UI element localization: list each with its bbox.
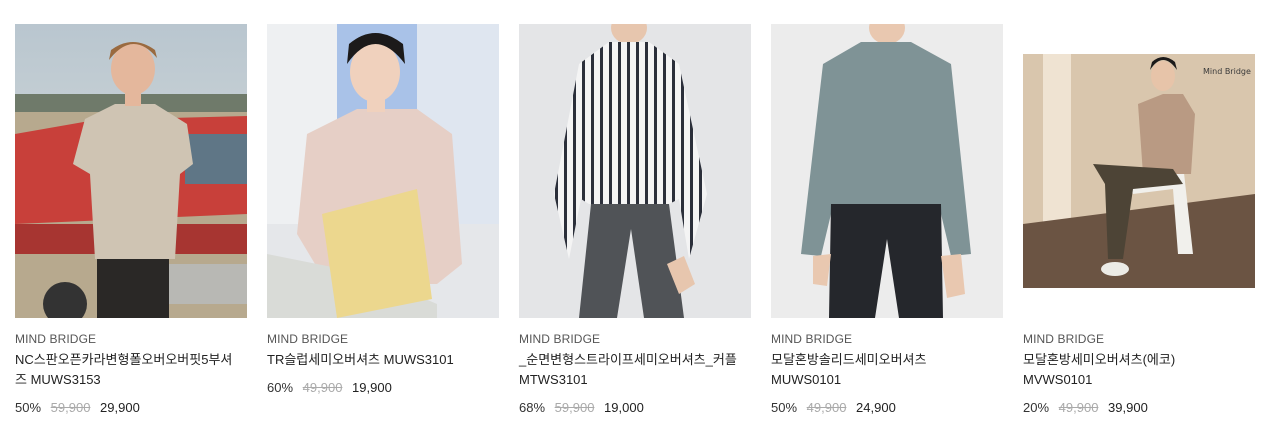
discount-rate: 50% [15, 400, 42, 415]
original-price: 59,900 [50, 400, 91, 415]
price-row: 20% 49,900 39,900 [1023, 400, 1148, 415]
price-row: 60% 49,900 19,900 [267, 380, 392, 395]
man-polo-shirt-red-truck-photo [15, 24, 247, 318]
product-card[interactable]: MIND BRIDGE TR슬럽세미오버셔츠 MUWS3101 60% 49,9… [267, 24, 499, 424]
sale-price: 19,000 [604, 400, 644, 415]
product-image[interactable] [267, 24, 499, 318]
original-price: 49,900 [806, 400, 847, 415]
man-blue-gray-shirt-photo [771, 24, 1003, 318]
price-row: 68% 59,900 19,000 [519, 400, 644, 415]
product-card[interactable]: Mind Bridge MIND BRIDGE 모달혼방세미오버셔츠(에코) M… [1023, 24, 1255, 424]
product-card[interactable]: MIND BRIDGE NC스판오픈카라변형폴오버오버핏5부셔즈 MUWS315… [15, 24, 247, 424]
product-name[interactable]: 모달혼방솔리드세미오버셔츠 MUWS0101 [771, 350, 991, 390]
product-image[interactable] [771, 24, 1003, 318]
man-pink-shirt-holding-folder-photo [267, 24, 499, 318]
image-watermark: Mind Bridge [1203, 67, 1251, 76]
product-card[interactable]: MIND BRIDGE _순면변형스트라이프세미오버셔츠_커플 MTWS3101… [519, 24, 751, 424]
discount-rate: 68% [519, 400, 546, 415]
product-grid: MIND BRIDGE NC스판오픈카라변형폴오버오버핏5부셔즈 MUWS315… [15, 24, 1255, 424]
discount-rate: 60% [267, 380, 294, 395]
price-row: 50% 49,900 24,900 [771, 400, 896, 415]
product-image[interactable] [15, 24, 247, 318]
man-striped-shirt-photo [519, 24, 751, 318]
sale-price: 29,900 [100, 400, 140, 415]
product-brand: MIND BRIDGE [519, 332, 601, 346]
product-brand: MIND BRIDGE [267, 332, 349, 346]
sale-price: 19,900 [352, 380, 392, 395]
sale-price: 39,900 [1108, 400, 1148, 415]
original-price: 59,900 [554, 400, 595, 415]
product-brand: MIND BRIDGE [771, 332, 853, 346]
man-beige-shirt-seated-photo: Mind Bridge [1023, 24, 1255, 318]
product-name[interactable]: TR슬럽세미오버셔츠 MUWS3101 [267, 350, 487, 370]
discount-rate: 50% [771, 400, 798, 415]
product-image[interactable]: Mind Bridge [1023, 24, 1255, 318]
product-brand: MIND BRIDGE [15, 332, 97, 346]
original-price: 49,900 [1058, 400, 1099, 415]
price-row: 50% 59,900 29,900 [15, 400, 140, 415]
product-name[interactable]: 모달혼방세미오버셔츠(에코) MVWS0101 [1023, 350, 1243, 390]
original-price: 49,900 [302, 380, 343, 395]
product-image[interactable] [519, 24, 751, 318]
product-brand: MIND BRIDGE [1023, 332, 1105, 346]
product-name[interactable]: NC스판오픈카라변형폴오버오버핏5부셔즈 MUWS3153 [15, 350, 235, 390]
sale-price: 24,900 [856, 400, 896, 415]
product-card[interactable]: MIND BRIDGE 모달혼방솔리드세미오버셔츠 MUWS0101 50% 4… [771, 24, 1003, 424]
product-name[interactable]: _순면변형스트라이프세미오버셔츠_커플 MTWS3101 [519, 350, 739, 390]
discount-rate: 20% [1023, 400, 1050, 415]
